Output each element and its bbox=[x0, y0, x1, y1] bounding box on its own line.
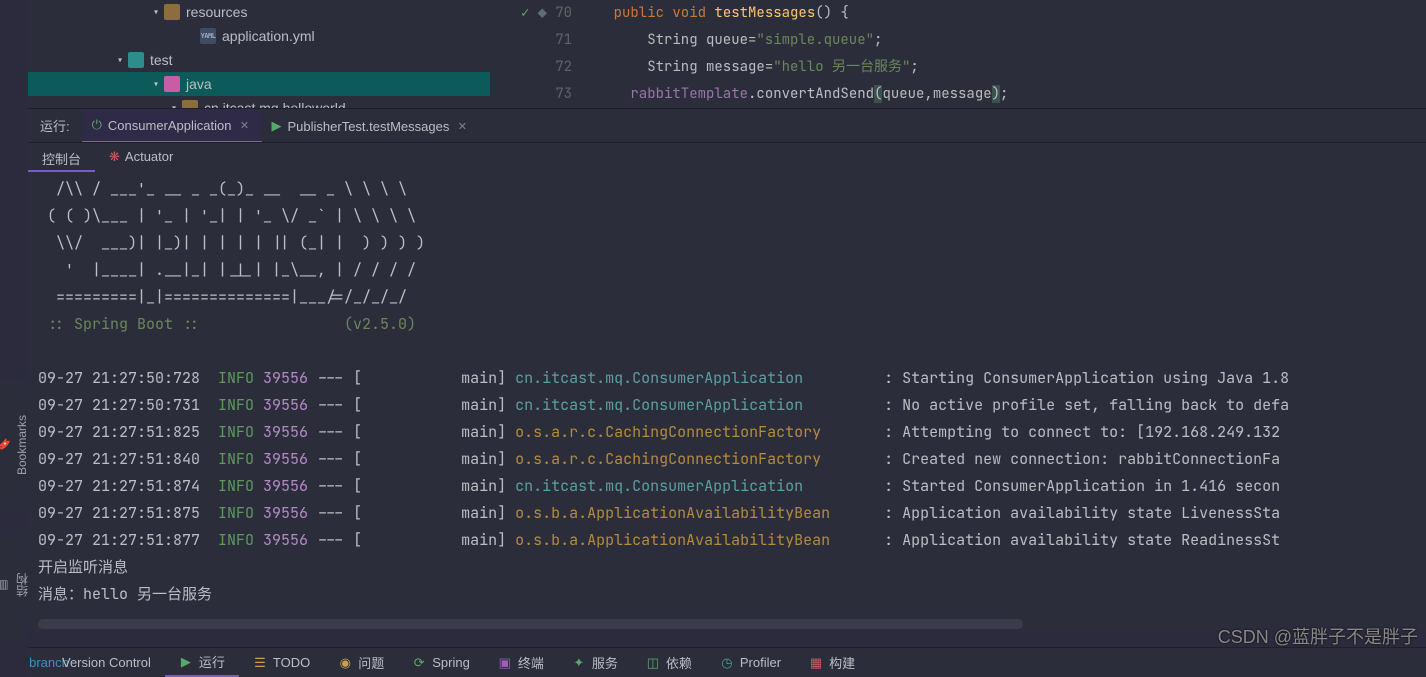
profiler-icon: ◷ bbox=[720, 656, 734, 670]
run-tab-ConsumerApplication[interactable]: ⏻ ConsumerApplication ✕ bbox=[82, 109, 262, 143]
run-gutter-icon[interactable]: ✓ bbox=[521, 0, 529, 27]
tree-item-resources[interactable]: ▾ resources bbox=[28, 0, 490, 24]
yaml-file-icon: YAML bbox=[200, 28, 216, 44]
tree-item-application-yml[interactable]: YAML application.yml bbox=[28, 24, 490, 48]
run-sub-tabs: 控制台 ❋ Actuator bbox=[28, 142, 1426, 172]
problems-icon: ◉ bbox=[338, 656, 352, 670]
project-tree[interactable]: ▾resourcesYAMLapplication.yml▾test▾java▾… bbox=[28, 0, 490, 108]
chevron-down-icon[interactable] bbox=[184, 28, 200, 44]
line-number[interactable]: 72 bbox=[555, 54, 572, 81]
sub-tab-Actuator[interactable]: ❋ Actuator bbox=[95, 143, 187, 172]
statusbar-TODO[interactable]: ☰ TODO bbox=[239, 648, 324, 677]
run-arrow-icon: ▶ bbox=[272, 118, 282, 134]
chevron-down-icon[interactable]: ▾ bbox=[148, 76, 164, 92]
statusbar-label: Profiler bbox=[740, 655, 781, 670]
services-icon: ✦ bbox=[572, 656, 586, 670]
statusbar-label: 服务 bbox=[592, 653, 618, 672]
code-line[interactable]: String queue="simple.queue"; bbox=[580, 27, 1008, 54]
dependencies-icon: ◫ bbox=[646, 656, 660, 670]
line-number[interactable]: 71 bbox=[555, 27, 572, 54]
tree-item-label: application.yml bbox=[222, 28, 315, 44]
code-line[interactable]: public void testMessages() { bbox=[580, 0, 1008, 27]
spring-icon: ⟳ bbox=[412, 656, 426, 670]
code-editor[interactable]: ✓ ⬥ 70717273 public void testMessages() { … bbox=[490, 0, 1426, 108]
statusbar-label: Spring bbox=[432, 655, 470, 670]
run-label: 运行: bbox=[28, 116, 82, 135]
chevron-down-icon[interactable]: ▾ bbox=[148, 4, 164, 20]
close-icon[interactable]: ✕ bbox=[238, 118, 252, 132]
sidetool-bookmarks[interactable]: 🔖 Bookmarks bbox=[0, 380, 26, 510]
run-icon: ▶ bbox=[179, 655, 193, 669]
run-tab-label: ConsumerApplication bbox=[108, 118, 232, 133]
statusbar-label: 运行 bbox=[199, 652, 225, 671]
status-bar: branch Version Control ▶ 运行 ☰ TODO ◉ 问题 ⟳ Spring ▣… bbox=[28, 647, 1426, 677]
run-tab-PublisherTest-testMessages[interactable]: ▶ PublisherTest.testMessages ✕ bbox=[262, 109, 480, 143]
editor-code[interactable]: public void testMessages() { String queu… bbox=[580, 0, 1008, 108]
close-icon[interactable]: ✕ bbox=[455, 119, 469, 133]
statusbar-服务[interactable]: ✦ 服务 bbox=[558, 648, 632, 677]
statusbar-Spring[interactable]: ⟳ Spring bbox=[398, 648, 484, 677]
code-line[interactable]: rabbitTemplate.convertAndSend(queue,mess… bbox=[580, 81, 1008, 108]
todo-icon: ☰ bbox=[253, 656, 267, 670]
statusbar-运行[interactable]: ▶ 运行 bbox=[165, 648, 239, 677]
tree-item-label: java bbox=[186, 76, 212, 92]
statusbar-label: 构建 bbox=[829, 653, 855, 672]
statusbar-问题[interactable]: ◉ 问题 bbox=[324, 648, 398, 677]
actuator-icon: ❋ bbox=[109, 149, 120, 164]
terminal-icon: ▣ bbox=[498, 656, 512, 670]
statusbar-label: 问题 bbox=[358, 653, 384, 672]
line-number[interactable]: 73 bbox=[555, 81, 572, 108]
statusbar-label: 依赖 bbox=[666, 653, 692, 672]
tree-item-test[interactable]: ▾ test bbox=[28, 48, 490, 72]
run-power-icon: ⏻ bbox=[92, 117, 102, 133]
gutter-diamond-icon[interactable]: ⬥ bbox=[537, 0, 547, 27]
branch-icon: branch bbox=[42, 656, 56, 670]
run-tab-label: PublisherTest.testMessages bbox=[288, 119, 450, 134]
structure-icon: ▤ bbox=[0, 578, 10, 592]
sidetool-structure-label: 结构 bbox=[14, 573, 31, 597]
editor-gutter: ✓ ⬥ 70717273 bbox=[490, 0, 580, 108]
bookmark-icon: 🔖 bbox=[0, 438, 11, 452]
tree-item-label: test bbox=[150, 52, 173, 68]
build-icon: ▦ bbox=[809, 656, 823, 670]
console-output[interactable]: /\\ / ___'_ __ _ _(_)_ __ __ _ \ \ \ \ (… bbox=[28, 172, 1426, 631]
statusbar-Profiler[interactable]: ◷ Profiler bbox=[706, 648, 795, 677]
statusbar-依赖[interactable]: ◫ 依赖 bbox=[632, 648, 706, 677]
statusbar-终端[interactable]: ▣ 终端 bbox=[484, 648, 558, 677]
sub-tab-控制台[interactable]: 控制台 bbox=[28, 143, 95, 172]
statusbar-label: 终端 bbox=[518, 653, 544, 672]
folder-icon bbox=[164, 4, 180, 20]
statusbar-构建[interactable]: ▦ 构建 bbox=[795, 648, 869, 677]
chevron-down-icon[interactable]: ▾ bbox=[112, 52, 128, 68]
sub-tab-label: Actuator bbox=[125, 149, 173, 164]
sub-tab-label: 控制台 bbox=[42, 152, 81, 167]
tree-item-label: resources bbox=[186, 4, 247, 20]
folder-icon bbox=[164, 76, 180, 92]
console-scrollbar[interactable] bbox=[38, 619, 1023, 629]
statusbar-label: Version Control bbox=[62, 655, 151, 670]
line-number[interactable]: 70 bbox=[555, 0, 572, 27]
sidetool-structure[interactable]: ▤ 结构 bbox=[0, 530, 26, 640]
run-toolwindow-header: 运行: ⏻ ConsumerApplication ✕ ▶ PublisherTest.… bbox=[28, 108, 1426, 142]
statusbar-Version-Control[interactable]: branch Version Control bbox=[28, 648, 165, 677]
sidetool-bookmarks-label: Bookmarks bbox=[15, 415, 29, 475]
statusbar-label: TODO bbox=[273, 655, 310, 670]
tree-item-java[interactable]: ▾ java bbox=[28, 72, 490, 96]
code-line[interactable]: String message="hello 另一台服务"; bbox=[580, 54, 1008, 81]
folder-icon bbox=[128, 52, 144, 68]
